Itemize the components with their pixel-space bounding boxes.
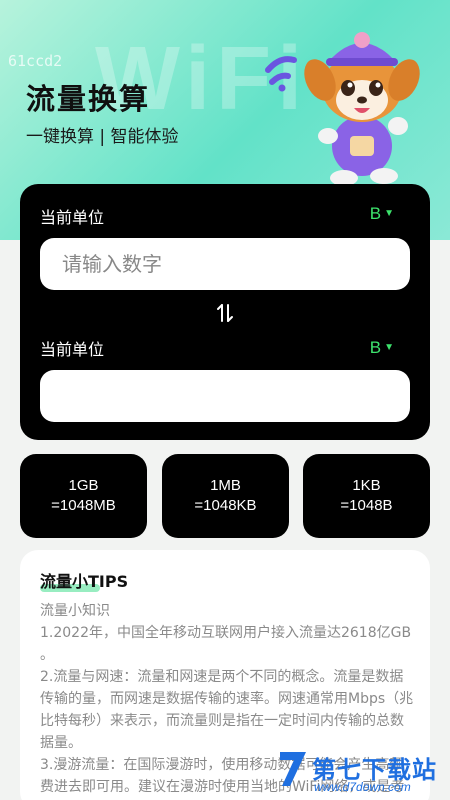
site-url: www.d7down.com — [314, 780, 411, 794]
unit-converter-card: 当前单位 B▼ 当前单位 B▼ — [20, 184, 430, 440]
bottom-unit-selector[interactable]: B ▼ — [370, 338, 394, 358]
bottom-result-field[interactable] — [40, 370, 410, 422]
bottom-unit-label: 当前单位 — [40, 340, 105, 359]
tips-subheading: 流量小知识 — [40, 603, 110, 619]
fact-card-gb: 1GB =1048MB — [20, 454, 147, 538]
dog-mascot-icon — [265, 32, 420, 186]
caret-down-icon: ▼ — [384, 342, 394, 353]
watermark-code: 61ccd2 — [8, 52, 63, 70]
fact-line2: =1048KB — [194, 497, 257, 514]
number-input[interactable] — [62, 252, 410, 276]
fact-line2: =1048MB — [51, 497, 116, 514]
fact-card-kb: 1KB =1048B — [303, 454, 430, 538]
bottom-unit-value: B — [369, 338, 382, 357]
top-unit-selector[interactable]: B ▼ — [370, 204, 394, 224]
top-number-field[interactable] — [40, 238, 410, 290]
fact-line1: 1KB — [352, 477, 381, 494]
page-subtitle: 一键换算 | 智能体验 — [26, 127, 179, 147]
caret-down-icon: ▼ — [384, 208, 394, 219]
page-title: 流量换算 — [26, 82, 151, 116]
fact-card-mb: 1MB =1048KB — [162, 454, 289, 538]
fact-line2: =1048B — [340, 497, 393, 514]
tips-title: 流量小TIPS — [40, 572, 129, 591]
fact-line1: 1MB — [210, 477, 241, 494]
top-unit-value: B — [369, 204, 382, 223]
tip-item: 1.2022年，中国全年移动互联网用户接入流量达2618亿GB 。 — [40, 625, 412, 663]
wifi-signal-icon — [265, 56, 297, 92]
fact-line1: 1GB — [68, 477, 99, 494]
site-watermark: 第七下载站 www.d7down.com — [276, 744, 448, 798]
result-output[interactable] — [62, 384, 410, 408]
top-unit-label: 当前单位 — [40, 208, 105, 227]
tip-item: 2.流量与网速：流量和网速是两个不同的概念。流量是数据传输的量，而网速是数据传输… — [40, 669, 414, 751]
site-logo-icon — [280, 752, 306, 786]
swap-arrows-icon[interactable] — [214, 302, 236, 324]
